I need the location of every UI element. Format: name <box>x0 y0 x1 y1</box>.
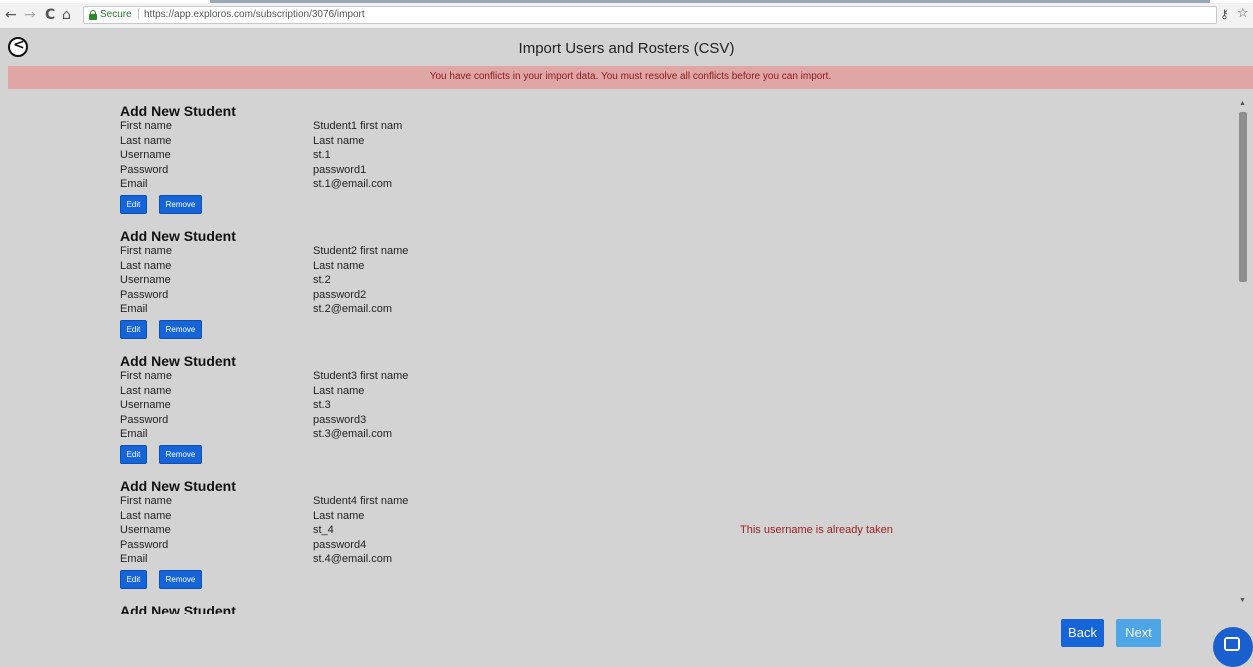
username-value: st.1 <box>313 149 331 162</box>
last-name-label: Last name <box>120 259 172 272</box>
edit-button[interactable]: Edit <box>120 444 147 464</box>
scroll-down-icon[interactable]: ▼ <box>1239 597 1246 604</box>
password-label: Password <box>120 288 169 301</box>
browser-toolbar: ← → C ⌂ Secure | https://app.exploros.co… <box>0 0 1253 29</box>
student-card: Add New Student First name Student4 first… <box>120 477 920 592</box>
last-name-value: Last name <box>313 384 365 397</box>
student-card: Add New Student First name Student2 first… <box>120 227 920 342</box>
scroll-thumb[interactable] <box>1239 112 1247 282</box>
password-value: password4 <box>313 538 367 551</box>
browser-back-icon[interactable]: ← <box>5 8 17 22</box>
username-value: st_4 <box>313 524 334 537</box>
username-label: Username <box>120 524 171 537</box>
edit-button[interactable]: Edit <box>120 319 147 339</box>
student-card: Add New Student <box>120 602 920 614</box>
first-name-value: Student2 first name <box>313 245 409 257</box>
password-label: Password <box>120 163 169 176</box>
last-name-value: Last name <box>313 259 365 272</box>
url-separator: | <box>137 8 140 20</box>
bookmark-star-icon[interactable]: ☆ <box>1237 6 1249 21</box>
username-label: Username <box>120 149 171 162</box>
scrollbar[interactable]: ▲ ▼ <box>1236 97 1250 614</box>
username-conflict-error: This username is already taken <box>740 524 893 537</box>
last-name-value: Last name <box>313 134 365 147</box>
email-value: st.2@email.com <box>313 303 393 316</box>
first-name-value: Student4 first name <box>313 495 409 507</box>
first-name-value: Student1 first nam <box>313 120 403 132</box>
scroll-up-icon[interactable]: ▲ <box>1239 100 1246 107</box>
password-label: Password <box>120 413 169 426</box>
student-card: Add New Student First name Student3 first… <box>120 352 920 467</box>
conflict-banner: You have conflicts in your import data. … <box>8 66 1253 89</box>
browser-tab-strip <box>0 0 1253 3</box>
chat-icon[interactable] <box>1213 627 1253 667</box>
remove-button[interactable]: Remove <box>159 569 202 589</box>
remove-button[interactable]: Remove <box>159 319 202 339</box>
student-heading: Add New Student <box>120 103 236 119</box>
student-heading: Add New Student <box>120 478 236 494</box>
first-name-label: First name <box>120 120 172 132</box>
remove-button[interactable]: Remove <box>159 444 202 464</box>
student-heading: Add New Student <box>120 228 236 244</box>
last-name-value: Last name <box>313 509 365 522</box>
edit-button[interactable]: Edit <box>120 194 147 214</box>
first-name-label: First name <box>120 245 172 257</box>
browser-home-icon[interactable]: ⌂ <box>62 8 71 22</box>
key-icon[interactable]: ⚷ <box>1220 7 1229 21</box>
email-label: Email <box>120 178 148 191</box>
next-button[interactable]: Next <box>1116 619 1161 647</box>
chat-icon-glyph <box>1224 637 1240 651</box>
username-value: st.2 <box>313 274 331 287</box>
tab-strip-accent <box>210 0 1210 3</box>
edit-button[interactable]: Edit <box>120 569 147 589</box>
page-title: Import Users and Rosters (CSV) <box>518 40 735 57</box>
app-header: < Import Users and Rosters (CSV) <box>0 29 1253 66</box>
browser-reload-icon[interactable]: C <box>45 8 55 22</box>
password-value: password1 <box>313 163 367 176</box>
password-value: password2 <box>313 288 367 301</box>
email-label: Email <box>120 428 148 441</box>
email-value: st.3@email.com <box>313 428 393 441</box>
remove-button[interactable]: Remove <box>159 194 202 214</box>
student-list: Add New Student First name Student1 first… <box>0 89 1236 614</box>
first-name-value: Student3 first name <box>313 370 409 382</box>
conflict-message: You have conflicts in your import data. … <box>429 71 832 82</box>
secure-label: Secure <box>100 9 132 20</box>
back-button[interactable]: Back <box>1061 619 1104 647</box>
username-value: st.3 <box>313 399 331 412</box>
password-value: password3 <box>313 413 367 426</box>
last-name-label: Last name <box>120 509 172 522</box>
url-text[interactable]: https://app.exploros.com/subscription/30… <box>144 9 365 20</box>
email-label: Email <box>120 553 148 566</box>
password-label: Password <box>120 538 169 551</box>
student-heading: Add New Student <box>120 353 236 369</box>
username-label: Username <box>120 399 171 412</box>
last-name-label: Last name <box>120 384 172 397</box>
browser-forward-icon[interactable]: → <box>24 8 36 22</box>
last-name-label: Last name <box>120 134 172 147</box>
first-name-label: First name <box>120 495 172 507</box>
address-bar[interactable]: Secure | https://app.exploros.com/subscr… <box>83 6 1217 24</box>
student-card: Add New Student First name Student1 first… <box>120 102 920 217</box>
email-label: Email <box>120 303 148 316</box>
student-heading: Add New Student <box>120 603 236 614</box>
email-value: st.4@email.com <box>313 553 393 566</box>
lock-icon <box>89 10 97 20</box>
username-label: Username <box>120 274 171 287</box>
email-value: st.1@email.com <box>313 178 393 191</box>
first-name-label: First name <box>120 370 172 382</box>
